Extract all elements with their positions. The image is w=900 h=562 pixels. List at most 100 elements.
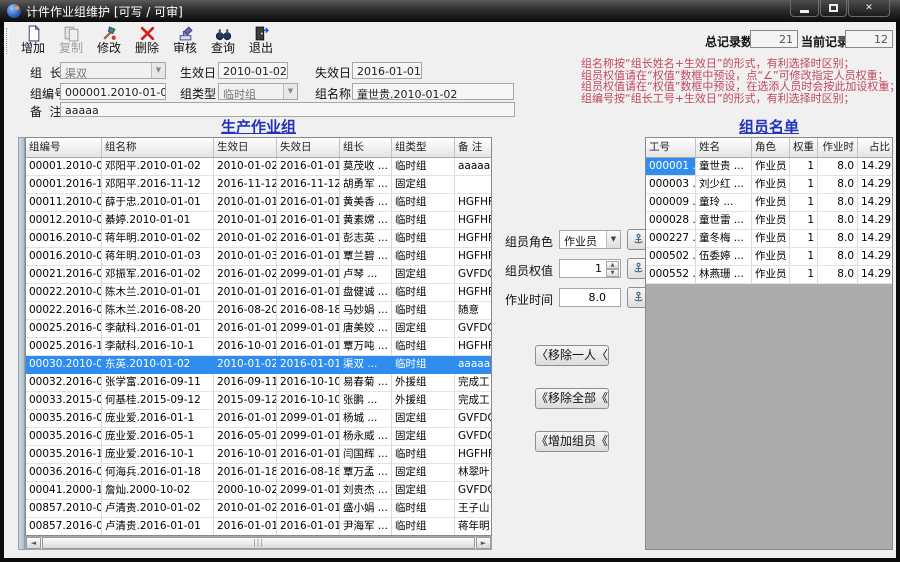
spin-up-icon[interactable]: ▲ <box>606 261 619 269</box>
maximize-button[interactable] <box>820 0 847 17</box>
work-time-field[interactable]: 8.0 <box>559 288 621 307</box>
column-header[interactable]: 组长 <box>340 138 392 157</box>
minimize-button[interactable] <box>790 0 819 17</box>
column-header[interactable]: 工号 <box>646 138 696 157</box>
start-date-field[interactable]: 2010-01-02 <box>218 62 288 79</box>
table-cell: 邓阳平.2010-01-02 <box>102 158 214 176</box>
table-cell: 作业员 <box>752 266 790 284</box>
table-cell: 临时组 <box>392 284 455 302</box>
table-cell: 陈木兰.2010-01-01 <box>102 284 214 302</box>
remark-field[interactable]: aaaaa <box>60 102 515 117</box>
anchor-icon <box>634 262 643 273</box>
column-header[interactable]: 组类型 <box>392 138 455 157</box>
table-cell: 蒋年明.2010-01-02 <box>102 230 214 248</box>
production-groups-table[interactable]: 组编号组名称生效日失效日组长组类型备 注00001.2010-0...邓阳平.2… <box>25 137 492 536</box>
member-weight-spinner[interactable]: 1 ▲ ▼ <box>559 259 621 278</box>
column-header[interactable]: 权重 <box>790 138 818 157</box>
table-cell: 2016-01-01 <box>277 446 340 464</box>
table-row[interactable]: 00025.2016-10-1李献科.2016-10-12016-10-0120… <box>26 338 491 356</box>
column-header[interactable]: 生效日 <box>214 138 277 157</box>
table-row[interactable]: 00012.2010-0...綦婷.2010-01-012010-01-0120… <box>26 212 491 230</box>
end-date-field[interactable]: 2016-01-01 <box>352 62 422 79</box>
horizontal-scrollbar[interactable]: ◄ ||| ► <box>25 536 492 550</box>
query-button[interactable]: 查询 <box>204 24 242 57</box>
table-row[interactable]: 00022.2016-0...陈木兰.2016-08-202016-08-202… <box>26 302 491 320</box>
exit-button[interactable]: 退出 <box>242 24 280 57</box>
table-cell: 00030.2010-0... <box>26 356 102 374</box>
table-row[interactable]: 000028 ...童世雷 ...作业员18.014.29 <box>646 212 892 230</box>
column-header[interactable]: 失效日 <box>277 138 340 157</box>
table-cell: 2010-01-02 <box>214 500 277 518</box>
modify-button[interactable]: 修改 <box>90 24 128 57</box>
table-cell: 綦婷.2010-01-01 <box>102 212 214 230</box>
table-row[interactable]: 00033.2015-0...何基桂.2015-09-122015-09-122… <box>26 392 491 410</box>
column-header[interactable]: 备 注 <box>455 138 491 157</box>
table-cell: 000003 ... <box>646 176 696 194</box>
table-row[interactable]: 000009 ...童玲 ...作业员18.014.29 <box>646 194 892 212</box>
table-cell: 00001.2016-1... <box>26 176 102 194</box>
table-row[interactable]: 00022.2010-0...陈木兰.2010-01-012010-01-012… <box>26 284 491 302</box>
table-row[interactable]: 00035.2016-10-1庞业爱.2016-10-12016-10-0120… <box>26 446 491 464</box>
table-cell: 2016-01-01 <box>277 356 340 374</box>
table-row[interactable]: 00041.2000-1...詹灿.2000-10-022000-10-0220… <box>26 482 491 500</box>
column-header[interactable]: 组编号 <box>26 138 102 157</box>
column-header[interactable]: 角色 <box>752 138 790 157</box>
table-row[interactable]: 00857.2016-0...卢清贵.2016-01-012016-01-012… <box>26 518 491 535</box>
title-bar[interactable]: 计件作业组维护 [可写 / 可审] ✕ <box>0 0 900 22</box>
table-row[interactable]: 000502 ...伍委婷 ...作业员18.014.29 <box>646 248 892 266</box>
table-row[interactable]: 00025.2016-0...李献科.2016-01-012016-01-012… <box>26 320 491 338</box>
table-cell: 完成工 <box>455 374 491 392</box>
table-cell: 固定组 <box>392 320 455 338</box>
table-row[interactable]: 00036.2016-0...何海兵.2016-01-182016-01-182… <box>26 464 491 482</box>
table-row[interactable]: 00001.2010-0...邓阳平.2010-01-022010-01-022… <box>26 158 491 176</box>
table-cell: 2010-01-01 <box>214 194 277 212</box>
leader-combo[interactable]: 渠双 ▼ <box>60 62 166 79</box>
remove-all-button[interactable]: 《移除全部《 <box>535 388 609 409</box>
copy-icon <box>64 26 78 42</box>
column-header[interactable]: 组名称 <box>102 138 214 157</box>
table-row[interactable]: 00001.2016-1...邓阳平.2016-11-122016-11-122… <box>26 176 491 194</box>
table-cell: 2016-01-02 <box>214 266 277 284</box>
table-row[interactable]: 00035.2016-01-1庞业爱.2016-01-12016-01-0120… <box>26 410 491 428</box>
table-row[interactable]: 00030.2010-0...东英.2010-01-022010-01-0220… <box>26 356 491 374</box>
table-row[interactable]: 00016.2010-0...蒋年明.2010-01-022010-01-022… <box>26 230 491 248</box>
table-row[interactable]: 00857.2010-0...卢清贵.2010-01-022010-01-022… <box>26 500 491 518</box>
group-name-field[interactable]: 童世贵.2010-01-02 <box>352 83 514 100</box>
audit-button[interactable]: 审核 <box>166 24 204 57</box>
group-code-field[interactable]: 000001.2010-01-02 <box>60 83 166 100</box>
table-cell: HGFHFG <box>455 446 491 464</box>
spin-down-icon[interactable]: ▼ <box>606 269 619 277</box>
table-row[interactable]: 000227 ...童冬梅 ...作业员18.014.29 <box>646 230 892 248</box>
scrollbar-thumb[interactable]: ||| <box>42 537 475 549</box>
group-members-table[interactable]: 工号姓名角色权重作业时占比000001 ...童世贵 ...作业员18.014.… <box>645 137 893 550</box>
app-icon <box>7 4 21 18</box>
add-member-button[interactable]: 《增加组员《 <box>535 431 609 452</box>
table-row[interactable]: 000001 ...童世贵 ...作业员18.014.29 <box>646 158 892 176</box>
table-row[interactable]: 00032.2016-0...张学富.2016-09-112016-09-112… <box>26 374 491 392</box>
table-cell: 临时组 <box>392 518 455 535</box>
table-row[interactable]: 00016.2010-0...蒋年明.2010-01-032010-01-032… <box>26 248 491 266</box>
group-type-combo[interactable]: 临时组 ▼ <box>218 83 298 100</box>
remove-one-button[interactable]: 〈移除一人〈 <box>535 345 609 366</box>
table-cell: 闫国辉 ... <box>340 446 392 464</box>
column-header[interactable]: 姓名 <box>696 138 752 157</box>
table-row[interactable]: 00011.2010-0...薛于忠.2010-01-012010-01-012… <box>26 194 491 212</box>
scroll-right-arrow-icon[interactable]: ► <box>476 537 491 549</box>
note-line: 组员权值请在“权值”数框中预设，在选添人员时会按此加设权重； <box>581 80 900 93</box>
row-selector-strip <box>18 137 25 550</box>
table-cell: 2016-10-10 <box>277 374 340 392</box>
table-row[interactable]: 000003 ...刘少红 ...作业员18.014.29 <box>646 176 892 194</box>
scroll-left-arrow-icon[interactable]: ◄ <box>26 537 41 549</box>
table-row[interactable]: 00035.2016-05-1庞业爱.2016-05-12016-05-0120… <box>26 428 491 446</box>
table-cell: 覃万吨 ... <box>340 338 392 356</box>
column-header[interactable]: 占比 <box>858 138 892 157</box>
column-header[interactable]: 作业时 <box>818 138 858 157</box>
table-row[interactable]: 000552 ...林燕珊 ...作业员18.014.29 <box>646 266 892 284</box>
add-button[interactable]: 增加 <box>14 24 52 57</box>
member-role-combo[interactable]: 作业员 ▼ <box>559 230 621 249</box>
delete-button[interactable]: 删除 <box>128 24 166 57</box>
table-cell: 庞业爱.2016-10-1 <box>102 446 214 464</box>
table-cell: 临时组 <box>392 446 455 464</box>
table-row[interactable]: 00021.2016-0...邓振军.2016-01-022016-01-022… <box>26 266 491 284</box>
close-button[interactable]: ✕ <box>848 0 890 17</box>
